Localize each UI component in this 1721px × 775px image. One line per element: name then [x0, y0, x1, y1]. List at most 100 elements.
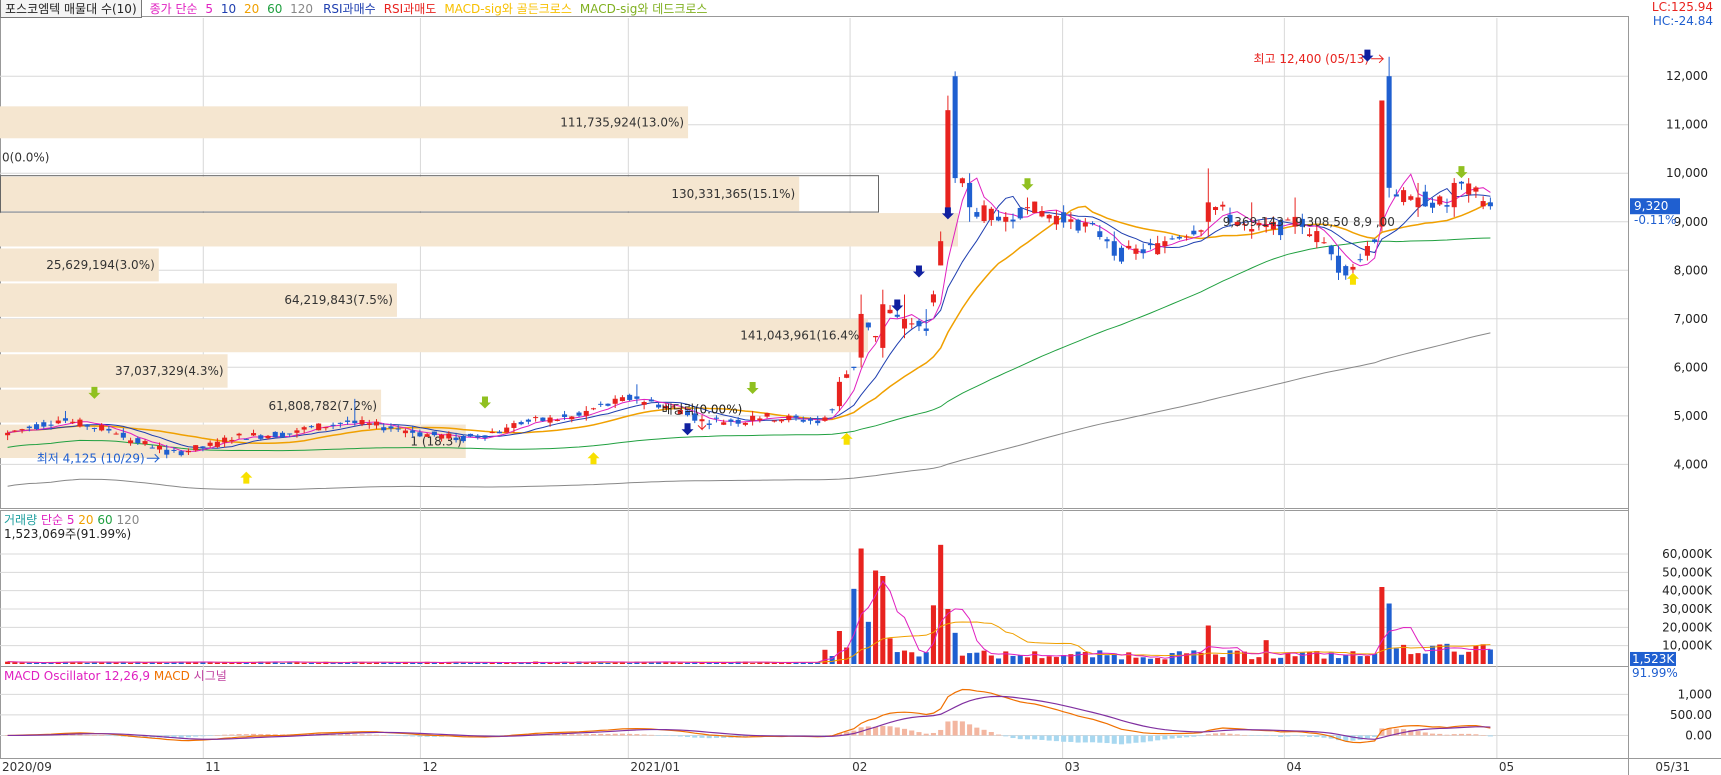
macd-oscillator-bar	[909, 730, 915, 736]
macd-tick-label: 0.00	[1685, 728, 1712, 742]
macd-oscillator-bar	[236, 734, 242, 736]
symbol-title[interactable]: 포스코엠텍 매물대 수(10)	[0, 0, 142, 18]
golden-cross-arrow	[1346, 272, 1359, 285]
macd-oscillator-bar	[1321, 735, 1327, 738]
candle-body	[496, 431, 502, 434]
avg-label-2: 9,308,50	[1295, 215, 1348, 229]
volume-bar	[1270, 658, 1276, 664]
candle-body	[207, 442, 213, 446]
volume-bar	[945, 609, 951, 664]
volume-bar	[1176, 651, 1182, 664]
macd-oscillator-bar	[1364, 735, 1370, 739]
macd-oscillator-bar	[916, 732, 922, 736]
candle-body	[1191, 230, 1197, 235]
macd-tick-label: 1,000	[1678, 687, 1712, 701]
candle-body	[185, 450, 191, 453]
candle-body	[713, 417, 719, 419]
candle-body	[1422, 191, 1428, 207]
macd-oscillator-bar	[373, 734, 380, 736]
macd-oscillator-bar	[1256, 735, 1262, 736]
volume-bar	[1299, 652, 1305, 664]
x-tick-label: 11	[205, 760, 220, 774]
change-pct-value: -0.11%	[1634, 213, 1676, 227]
volume-tick-label: 40,000K	[1662, 584, 1713, 598]
macd-oscillator-bar	[243, 734, 249, 736]
volume-bar	[279, 663, 286, 664]
candle-body	[916, 320, 922, 327]
ma-period-20: 20	[240, 1, 260, 16]
candle-body	[1487, 202, 1493, 207]
avg-label-1: 9,369,143	[1223, 215, 1284, 229]
candle-body	[1335, 255, 1342, 273]
macd-oscillator-bar	[583, 734, 589, 736]
macd-oscillator-bar	[1473, 734, 1479, 736]
volume-bar	[952, 632, 958, 664]
candle-body	[800, 419, 806, 422]
ma-period-5: 5	[201, 1, 214, 16]
macd-oscillator-bar	[590, 734, 597, 736]
macd-oscillator-bar	[598, 733, 604, 736]
candle-body	[1415, 197, 1421, 208]
candle-body	[1473, 187, 1479, 192]
volume-badge-value: 1,523K	[1632, 652, 1675, 666]
candle-body	[424, 434, 430, 437]
candle-body	[323, 427, 329, 429]
volume-bar	[1046, 656, 1052, 664]
candle-body	[952, 76, 958, 179]
candle-body	[1451, 182, 1457, 208]
volume-bar	[1480, 644, 1486, 664]
macd-oscillator-bar	[229, 734, 235, 736]
candle-body	[214, 441, 220, 447]
dead-cross-arrow	[1021, 178, 1034, 191]
candle-body	[1061, 212, 1067, 223]
volume-bar	[750, 663, 756, 664]
x-tick-label: 04	[1286, 760, 1301, 774]
macd-oscillator-bar	[974, 727, 980, 736]
macd-oscillator-bar	[214, 735, 220, 736]
candle-body	[1075, 219, 1081, 231]
macd-oscillator-bar	[959, 721, 965, 736]
candle-body	[974, 212, 980, 217]
macd-oscillator-bar	[1429, 733, 1436, 736]
candle-body	[258, 435, 264, 439]
price-tick-label: 7,000	[1674, 312, 1708, 326]
volume-bar	[873, 570, 879, 664]
candle-body	[1126, 245, 1132, 249]
candle-body	[901, 318, 908, 329]
volume-bar	[366, 662, 372, 664]
avg-label-3: 8,9 ,00	[1353, 215, 1395, 229]
candle-body	[945, 110, 951, 213]
volume-bar	[1097, 650, 1103, 664]
chart-canvas[interactable]: 2020/09 11 12 2021/01 02 03 04 05 05/31 4,000 5,00…	[0, 0, 1721, 775]
stock-chart[interactable]: 2020/09 11 12 2021/01 02 03 04 05 05/31 4,000 5,00…	[0, 0, 1721, 775]
candle-body	[1010, 219, 1016, 222]
candle-body	[706, 423, 712, 425]
candle-body	[923, 328, 929, 331]
volume-bar	[916, 656, 922, 664]
candle-body	[533, 417, 539, 419]
volume-bar	[1415, 653, 1421, 664]
volume-bar	[1191, 650, 1197, 664]
volume-bar	[1328, 652, 1334, 664]
x-tick-label: 2021/01	[630, 760, 680, 774]
volume-bar	[1024, 657, 1031, 664]
low-annotation: 최저 4,125 (10/29)	[37, 451, 145, 465]
candle-body	[648, 399, 654, 402]
macd-oscillator-bar	[1061, 735, 1067, 742]
price-tick-label: 5,000	[1674, 409, 1708, 423]
candle-body	[641, 402, 647, 405]
macd-oscillator-bar	[1444, 734, 1450, 736]
candle-body	[84, 424, 90, 427]
macd-oscillator-bar	[1169, 735, 1175, 739]
golden-cross-legend: MACD-sig와 골든크로스	[444, 1, 572, 16]
ma-prefix: 종가 단순	[149, 1, 198, 16]
volume-bar	[1227, 650, 1233, 664]
volume-bar	[1292, 656, 1298, 664]
macd-oscillator-bar	[1104, 735, 1110, 744]
macd-oscillator-bar	[207, 735, 213, 736]
volume-bar	[214, 662, 220, 664]
golden-cross-arrow	[240, 471, 253, 484]
candle-body	[26, 426, 32, 429]
candle-body	[171, 449, 177, 451]
candle-body	[193, 445, 199, 451]
